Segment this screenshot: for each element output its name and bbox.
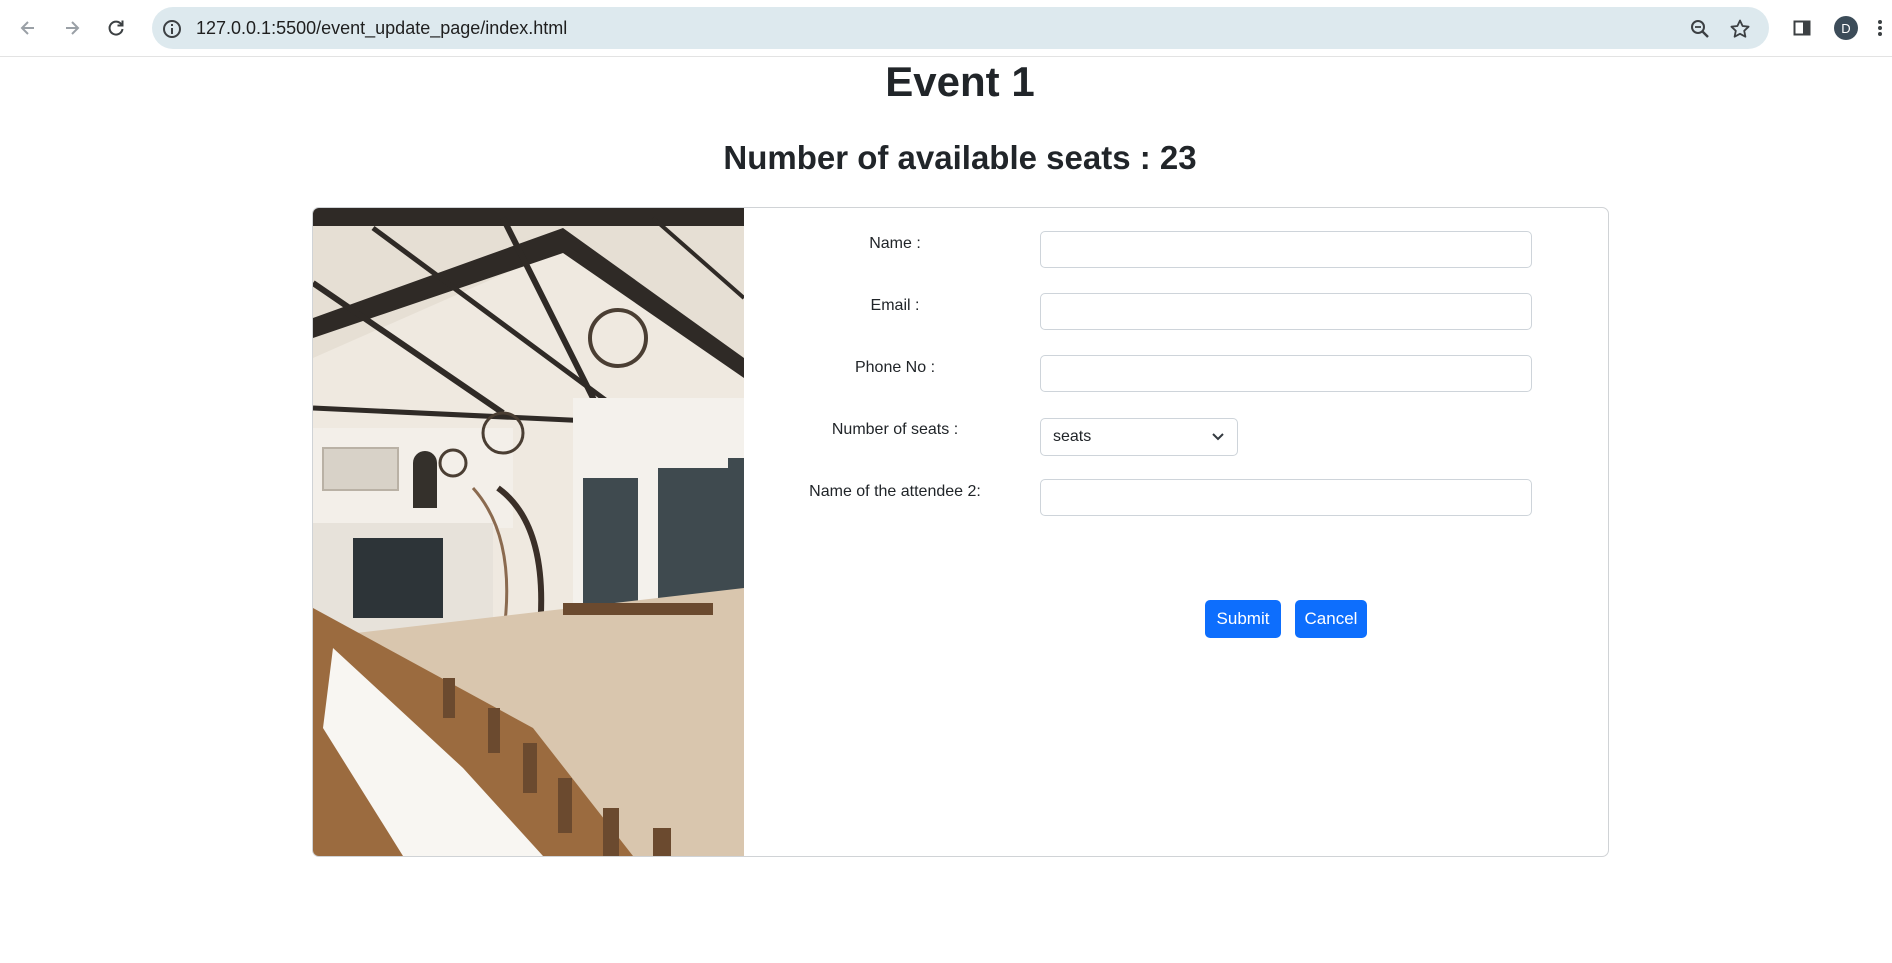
- browser-toolbar: 127.0.0.1:5500/event_update_page/index.h…: [0, 0, 1892, 57]
- zoom-icon[interactable]: [1688, 17, 1712, 41]
- cancel-button[interactable]: Cancel: [1295, 600, 1367, 638]
- menu-dots-icon[interactable]: [1868, 10, 1892, 46]
- forward-arrow-icon[interactable]: [54, 10, 90, 46]
- email-input[interactable]: [1040, 293, 1532, 330]
- bookmark-star-icon[interactable]: [1728, 17, 1752, 41]
- reload-icon[interactable]: [98, 10, 134, 46]
- profile-avatar-icon[interactable]: D: [1834, 16, 1858, 40]
- registration-card: Name : Email : Phone No : Number of seat…: [312, 207, 1609, 857]
- side-panel-icon[interactable]: [1784, 10, 1820, 46]
- seats-count-label: Number of seats :: [831, 421, 959, 438]
- page-content: Event 1 Number of available seats : 23 N…: [0, 57, 1892, 963]
- submit-button[interactable]: Submit: [1205, 600, 1281, 638]
- venue-photo: [313, 208, 744, 856]
- available-seats-heading: Number of available seats : 23: [723, 139, 1197, 176]
- name-label: Name :: [869, 235, 921, 252]
- attendee-label: Name of the attendee 2:: [809, 483, 981, 500]
- url-text: 127.0.0.1:5500/event_update_page/index.h…: [196, 18, 568, 38]
- attendee-input[interactable]: [1040, 479, 1532, 516]
- phone-label: Phone No :: [854, 359, 936, 376]
- email-label: Email :: [870, 297, 920, 314]
- seats-select[interactable]: seats: [1040, 418, 1238, 456]
- chevron-down-icon: [1212, 433, 1224, 441]
- site-info-icon[interactable]: [160, 17, 184, 41]
- name-input[interactable]: [1040, 231, 1532, 268]
- phone-input[interactable]: [1040, 355, 1532, 392]
- seats-select-value: seats: [1053, 428, 1092, 445]
- page-title: Event 1: [885, 58, 1035, 105]
- back-arrow-icon[interactable]: [10, 10, 46, 46]
- address-bar[interactable]: 127.0.0.1:5500/event_update_page/index.h…: [152, 7, 1769, 49]
